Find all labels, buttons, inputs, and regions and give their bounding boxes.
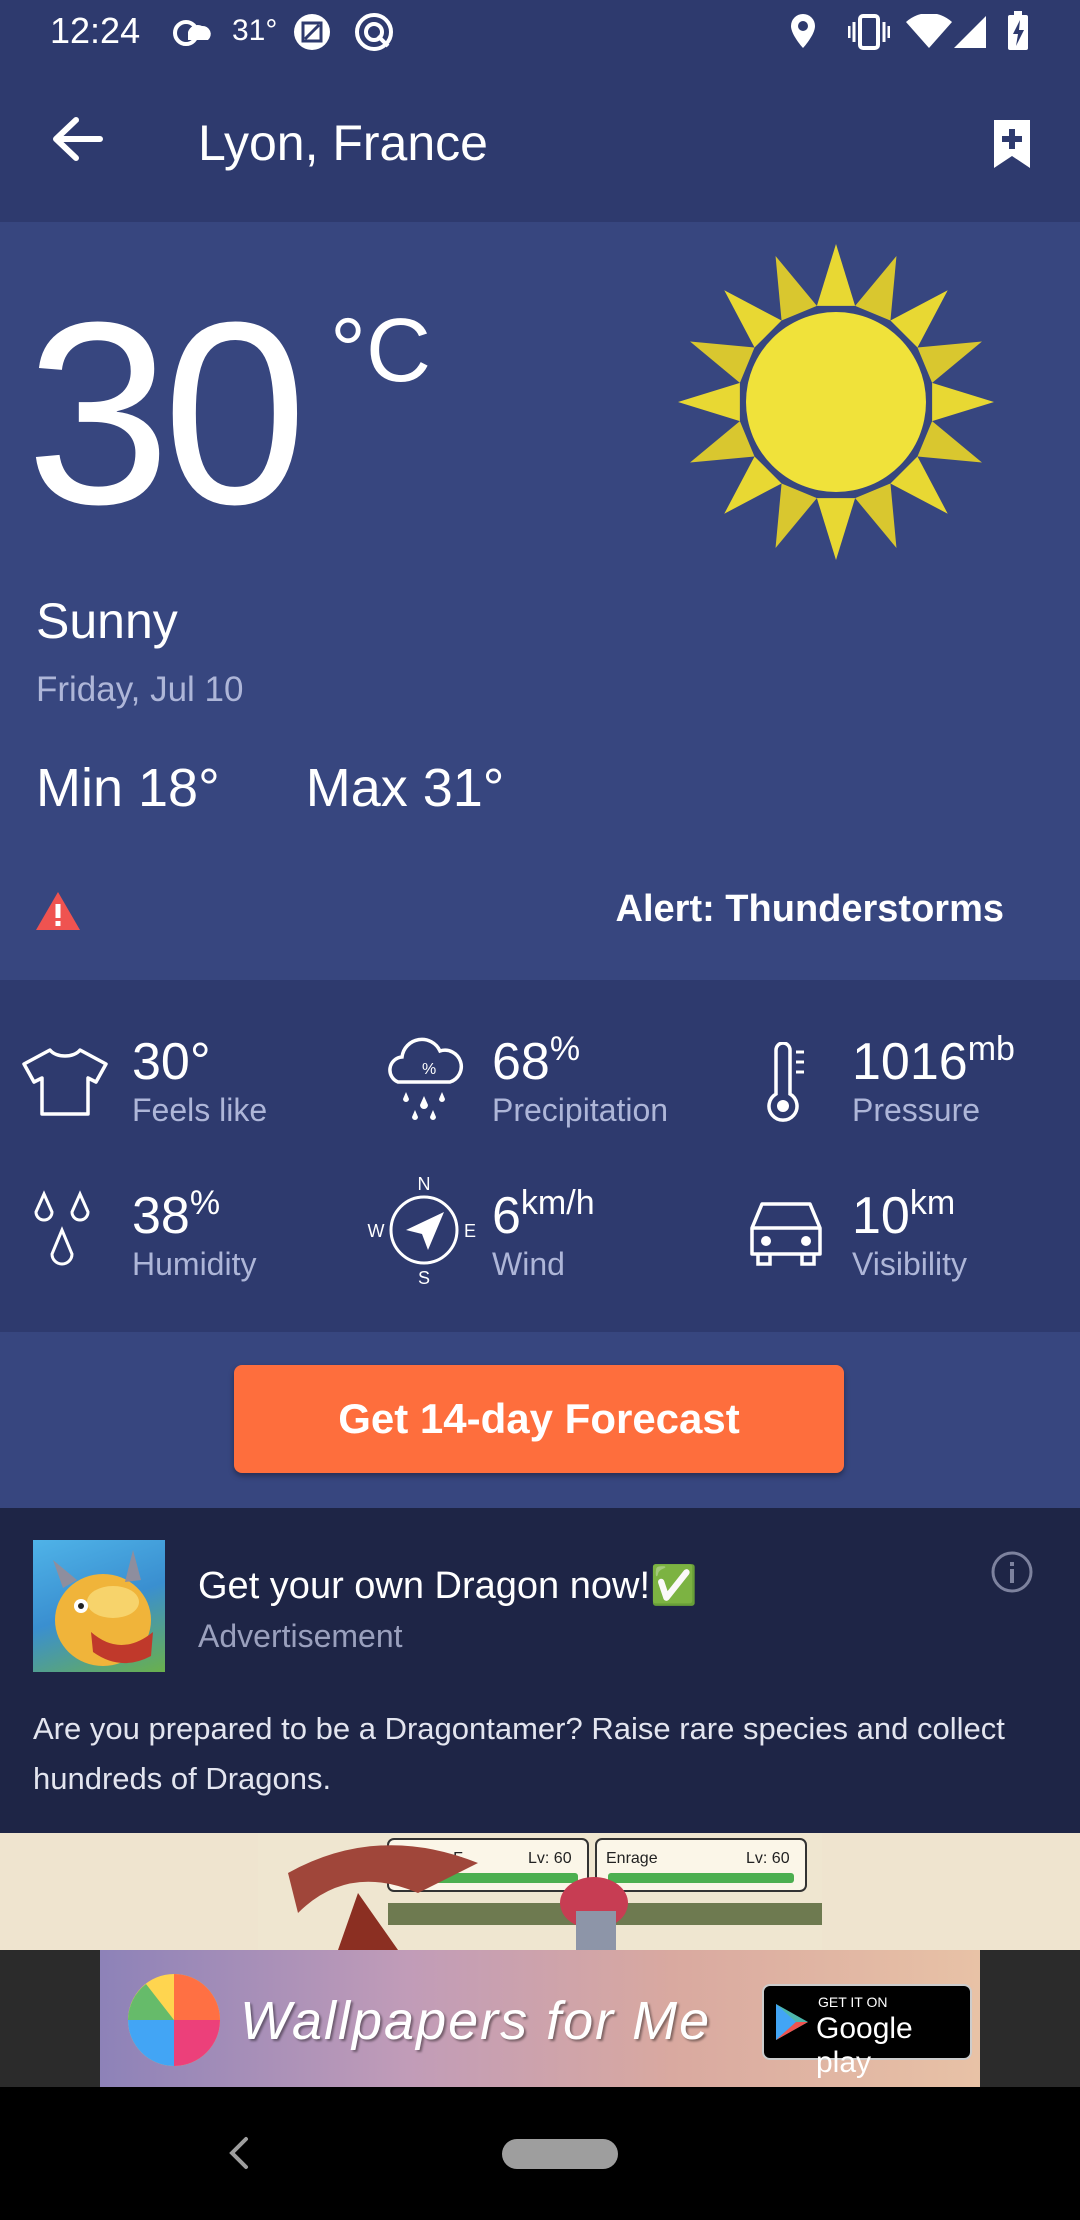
- ad-info-icon[interactable]: [990, 1550, 1034, 1594]
- metric-unit: mb: [967, 1030, 1015, 1068]
- current-temperature: 30: [26, 269, 307, 559]
- metric-value: 1016: [852, 1033, 968, 1091]
- badge-big-text: Google play: [816, 2012, 913, 2079]
- forecast-button-area: Get 14-day Forecast: [0, 1332, 1080, 1508]
- game-screenshot: Raging F Lv: 60 Enrage Lv: 60: [258, 1833, 822, 1950]
- metric-label: Humidity: [132, 1246, 257, 1282]
- metric-precipitation: 68% Precipitation: [492, 1030, 669, 1129]
- cellular-signal-icon: [954, 16, 986, 48]
- color-wheel-logo-icon: [128, 1974, 220, 2066]
- system-navigation-bar: [0, 2087, 1080, 2220]
- metric-unit: %: [189, 1184, 221, 1222]
- native-ad-card[interactable]: Get your own Dragon now!✅ Advertisement …: [0, 1508, 1080, 1833]
- metric-value: 10: [852, 1187, 910, 1245]
- rain-cloud-icon: %: [388, 1037, 463, 1120]
- metric-label: Visibility: [852, 1246, 967, 1282]
- metric-visibility: 10km Visibility: [852, 1184, 967, 1283]
- metric-pressure: 1016mb Pressure: [852, 1030, 1015, 1129]
- compass-north: N: [418, 1174, 431, 1194]
- sun-ray: [917, 341, 982, 383]
- status-time: 12:24: [50, 10, 141, 51]
- sun-icon: [678, 244, 994, 560]
- compass-east: E: [464, 1221, 476, 1241]
- sun-ray: [775, 256, 817, 321]
- forecast-date: Friday, Jul 10: [36, 670, 244, 709]
- ad-title[interactable]: Get your own Dragon now!✅: [198, 1564, 697, 1608]
- status-temp: 31°: [232, 14, 278, 47]
- metric-label: Precipitation: [492, 1092, 669, 1128]
- ad-app-icon[interactable]: [33, 1540, 165, 1672]
- nav-back-icon[interactable]: [224, 2133, 254, 2173]
- ad-label: Advertisement: [198, 1618, 403, 1654]
- location-icon: [791, 14, 815, 48]
- thermometer-icon: [767, 1042, 804, 1122]
- metric-wind: 6km/h Wind: [492, 1184, 595, 1283]
- metric-label: Pressure: [852, 1092, 981, 1128]
- weather-alert[interactable]: Alert: Thunderstorms: [616, 888, 1004, 931]
- banner-ad-content[interactable]: Wallpapers for Me GET IT ON Google play: [100, 1950, 980, 2087]
- banner-ad[interactable]: Wallpapers for Me GET IT ON Google play: [0, 1950, 1080, 2087]
- tshirt-icon: [22, 1048, 108, 1116]
- svg-text:%: %: [422, 1061, 436, 1078]
- weather-notification-icon: [173, 20, 211, 46]
- dragon-icon: [53, 1550, 153, 1666]
- metric-unit: km/h: [520, 1184, 595, 1222]
- wind-compass-icon: N S W E: [368, 1174, 477, 1286]
- sun-ray: [775, 483, 817, 548]
- weather-details-grid: 30° Feels like % 68% Precipitation 1016m…: [0, 980, 1080, 1332]
- compass-west: W: [368, 1221, 385, 1241]
- metric-unit: km: [909, 1184, 956, 1222]
- metric-unit: %: [549, 1030, 581, 1068]
- game-label-3: Enrage: [606, 1850, 658, 1867]
- car-icon: [750, 1202, 822, 1266]
- app-bar: Lyon, France: [0, 66, 1080, 222]
- sun-ray: [690, 341, 755, 383]
- vibrate-icon: [848, 14, 890, 50]
- weather-condition: Sunny: [36, 593, 178, 649]
- max-temp: Max 31°: [305, 758, 505, 818]
- game-label-4: Lv: 60: [746, 1850, 790, 1867]
- sun-ray: [855, 256, 897, 321]
- humidity-drops-icon: [34, 1190, 90, 1266]
- sun-ray: [855, 483, 897, 548]
- get-forecast-button[interactable]: Get 14-day Forecast: [234, 1365, 844, 1473]
- nav-home-pill[interactable]: [502, 2139, 618, 2169]
- sun-ray: [816, 244, 856, 306]
- metric-humidity: 38% Humidity: [132, 1184, 257, 1283]
- metric-value: 6: [492, 1187, 521, 1245]
- alert-warning-icon: [36, 892, 80, 930]
- metric-feels-like: 30° Feels like: [132, 1032, 267, 1129]
- sun-ray: [690, 421, 755, 463]
- screenshot-notification-icon: [294, 14, 330, 50]
- back-arrow-icon[interactable]: [50, 114, 106, 164]
- min-max-temps: Min 18° Max 31°: [36, 757, 504, 819]
- ad-media-image[interactable]: Raging F Lv: 60 Enrage Lv: 60: [0, 1833, 1080, 1950]
- banner-ad-text: Wallpapers for Me: [240, 1991, 712, 2051]
- battery-charging-icon: [1008, 11, 1028, 50]
- min-temp: Min 18°: [36, 758, 220, 818]
- wifi-icon: [906, 14, 952, 48]
- current-weather-panel: 30 °C Sunny Friday, Jul 10 Min 18° Max 3…: [0, 222, 1080, 980]
- add-bookmark-icon[interactable]: [992, 118, 1032, 170]
- badge-small-text: GET IT ON: [818, 1994, 888, 2010]
- location-title: Lyon, France: [198, 115, 488, 171]
- sun-ray: [816, 498, 856, 560]
- metric-label: Wind: [492, 1246, 565, 1282]
- google-play-badge[interactable]: GET IT ON Google play: [762, 1984, 972, 2079]
- metric-label: Feels like: [132, 1092, 268, 1128]
- compass-south: S: [418, 1268, 430, 1286]
- sun-ray: [678, 382, 740, 422]
- metric-value: 38: [132, 1187, 190, 1245]
- metric-value: 68: [492, 1033, 550, 1091]
- metric-value: 30°: [132, 1033, 211, 1091]
- status-bar: 12:24 31°: [0, 0, 1080, 66]
- temperature-unit: °C: [330, 301, 431, 401]
- sun-ray: [932, 382, 994, 422]
- game-label-2: Lv: 60: [528, 1850, 572, 1867]
- dragon-battle-illustration: Raging F Lv: 60 Enrage Lv: 60: [258, 1833, 822, 1950]
- sun-ray: [917, 421, 982, 463]
- play-store-icon: [776, 2004, 808, 2040]
- ad-description: Are you prepared to be a Dragontamer? Ra…: [33, 1711, 1005, 1796]
- sync-notification-icon: [355, 13, 393, 51]
